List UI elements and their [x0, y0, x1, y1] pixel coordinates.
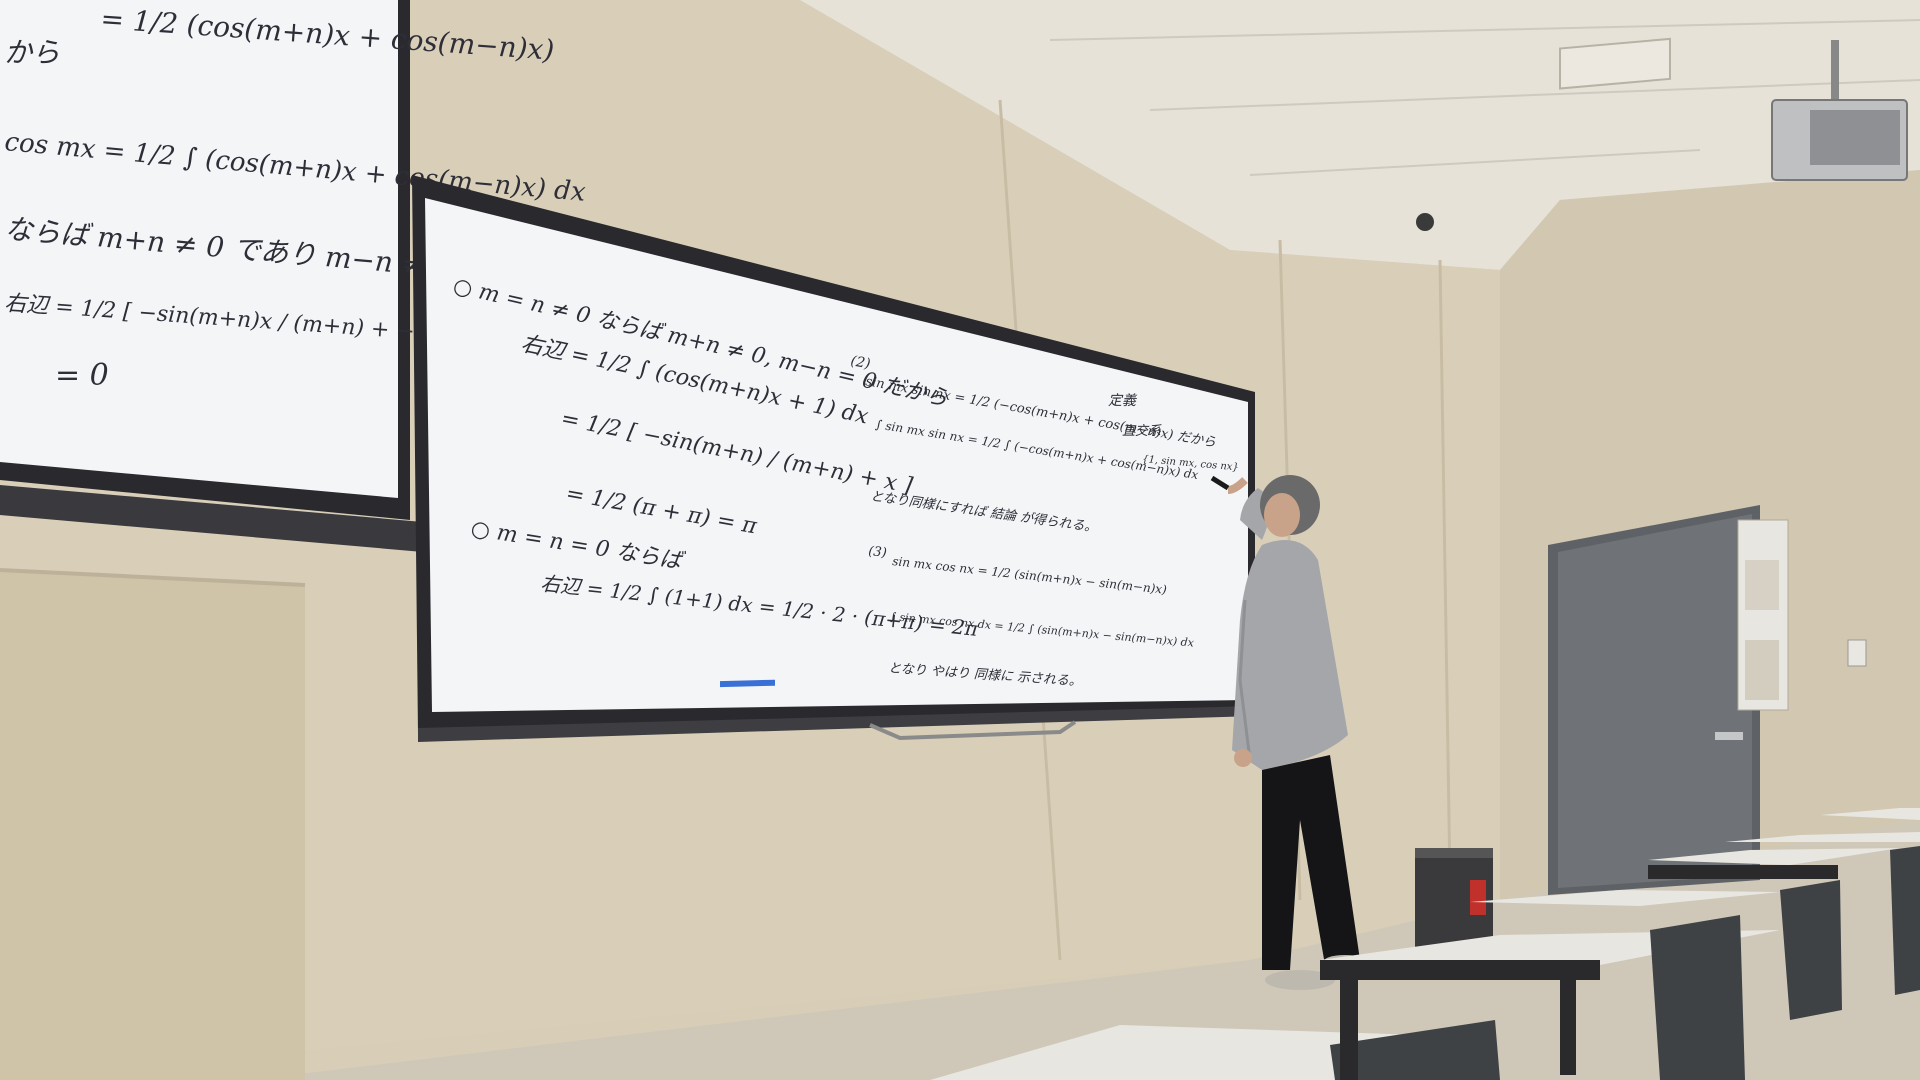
light-switch	[1847, 639, 1867, 667]
main-right-line-0: (2)	[849, 353, 871, 372]
lectern-panel	[0, 570, 305, 1080]
chair-2	[1780, 880, 1842, 1020]
chair-1	[1650, 915, 1745, 1080]
classroom-door	[1558, 514, 1752, 888]
classroom-scene: = 1/2 (cos(m+n)x + cos(m−n)x) から cos mx …	[0, 0, 1920, 1080]
left-line-1: から	[4, 36, 60, 69]
corner-note-1: 直交系	[1122, 423, 1162, 439]
door-handle	[1715, 732, 1743, 740]
chair-4	[1890, 846, 1920, 995]
left-line-5: = 0	[55, 358, 109, 393]
corner-note-0: 定義	[1108, 393, 1138, 409]
security-camera	[1416, 213, 1434, 231]
ceiling-vent	[1559, 37, 1671, 90]
main-right-line-4: (3)	[868, 544, 888, 561]
